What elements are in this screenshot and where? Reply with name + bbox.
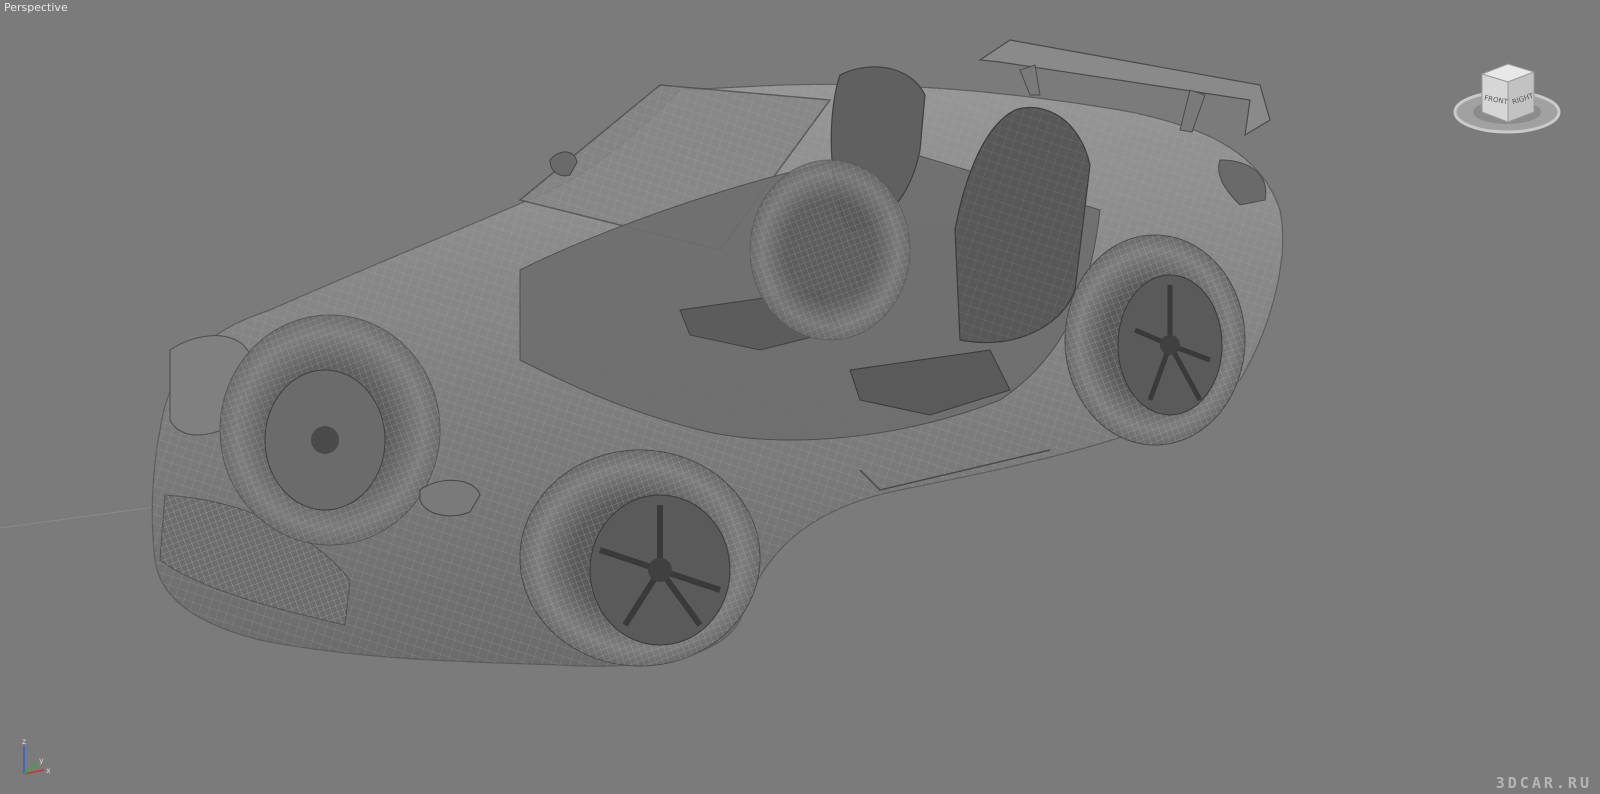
side-mirror: [419, 479, 481, 517]
spoiler-strut: [1179, 89, 1206, 133]
spare-wheel-wire: [750, 160, 910, 340]
spoiler-strut: [1019, 64, 1041, 96]
axis-tripod: z x y: [22, 737, 51, 775]
viewcube-icon[interactable]: FRONT RIGHT: [1452, 52, 1562, 142]
watermark-logo: 3DCAR.RU: [1495, 774, 1592, 792]
rear-right-hub: [1160, 335, 1180, 355]
ground-grid-line: [0, 504, 171, 529]
front-right-hub: [648, 558, 672, 582]
car-wireframe-model[interactable]: [0, 0, 1600, 794]
x-axis-label: x: [46, 766, 51, 775]
front-left-hub: [311, 426, 339, 454]
y-axis-label: y: [39, 756, 44, 765]
z-axis-label: z: [22, 737, 26, 746]
perspective-viewport[interactable]: Perspective FRONT RIGHT z x y 3DCAR.RU: [0, 0, 1600, 794]
